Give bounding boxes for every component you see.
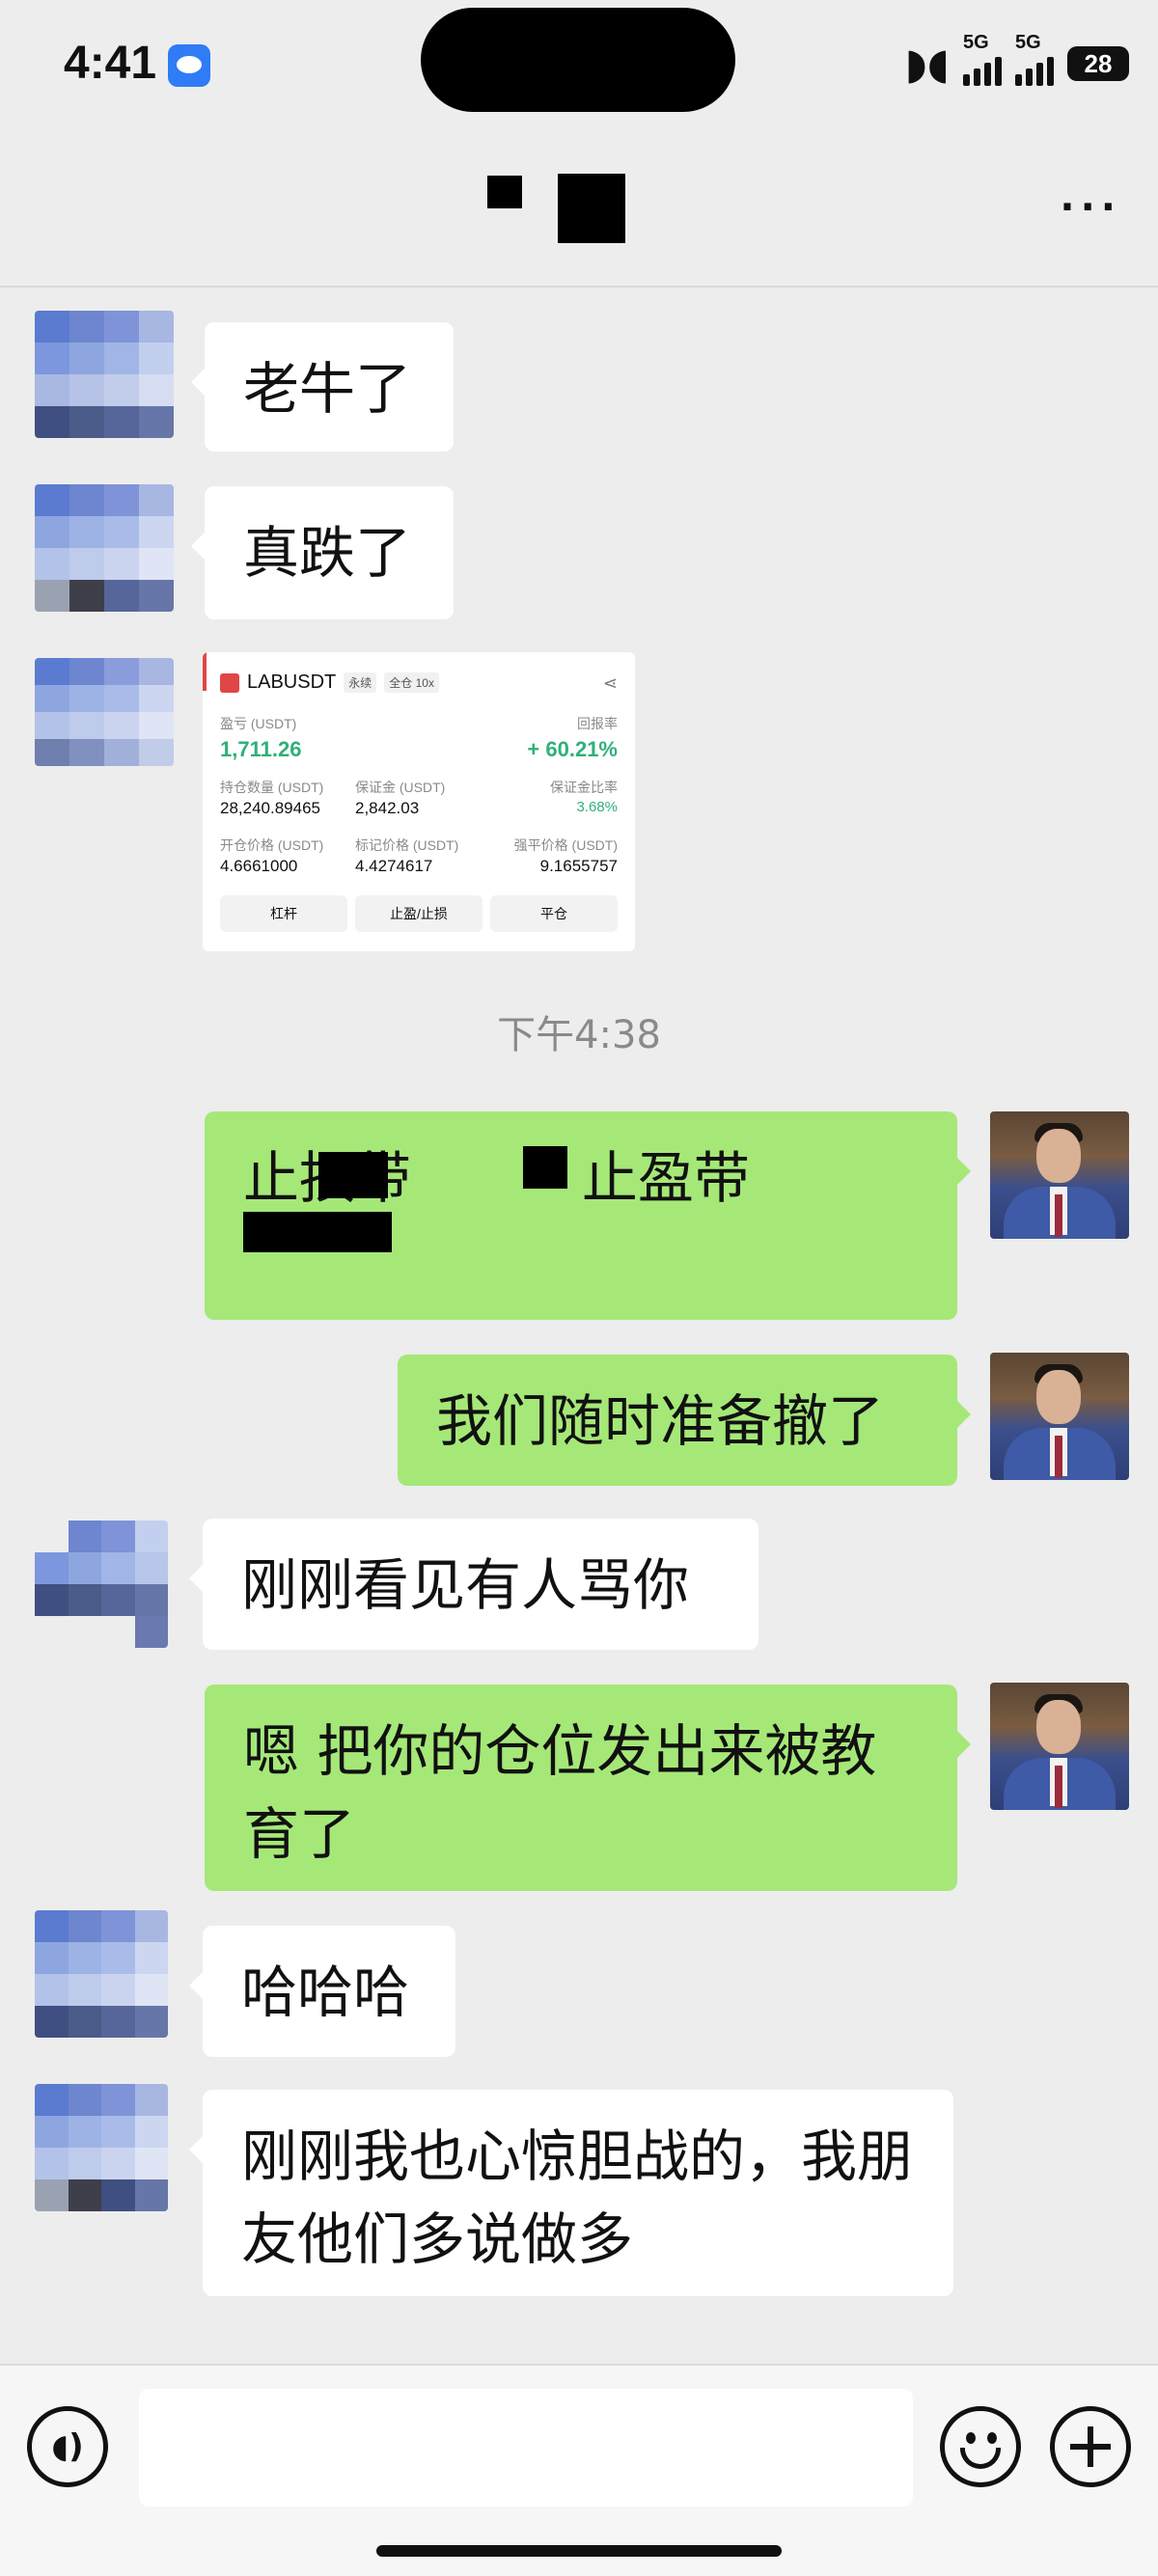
share-icon: ⋖ xyxy=(602,673,618,693)
network-type-label: 5G xyxy=(1015,32,1041,53)
voice-icon[interactable]: ◖) xyxy=(27,2406,108,2487)
home-indicator[interactable] xyxy=(376,2545,782,2557)
status-indicators: ◗◖ 5G 5G 28 xyxy=(904,32,1129,93)
more-icon[interactable]: ··· xyxy=(1060,185,1121,230)
signal-bar xyxy=(995,57,1002,86)
close-position-button: 平仓 xyxy=(490,895,618,932)
signal-bar xyxy=(1026,69,1033,86)
message-text: 刚刚我也心惊胆战的，我朋友他们多说做多 xyxy=(241,2124,914,2272)
cellular-signal-1: 5G xyxy=(963,32,1002,86)
size-label: 持仓数量 (USDT) xyxy=(220,780,324,795)
plus-icon[interactable] xyxy=(1050,2406,1131,2487)
exchange-logo-icon xyxy=(220,672,239,693)
message-bubble[interactable]: 真跌了 xyxy=(191,486,454,619)
input-bar: ◖) xyxy=(0,2364,1158,2576)
margin-mode-tag: 全仓 10x xyxy=(384,672,439,693)
trade-symbol: LABUSDT xyxy=(247,671,337,693)
avatar[interactable] xyxy=(35,484,174,612)
cloud-app-icon xyxy=(168,44,210,87)
message-timestamp: 下午4:38 xyxy=(497,1013,661,1057)
message-bubble[interactable]: 刚刚看见有人骂你 xyxy=(189,1519,758,1650)
card-header: LABUSDT 永续 全仓 10x xyxy=(220,671,439,694)
message-text: 哈哈哈 xyxy=(241,1959,410,2025)
redaction-block xyxy=(421,8,735,112)
avatar[interactable] xyxy=(35,658,174,766)
avatar[interactable] xyxy=(35,1521,168,1648)
signal-bar xyxy=(984,63,991,86)
signal-bar xyxy=(1047,57,1054,86)
margin-label: 保证金 (USDT) xyxy=(355,780,446,795)
message-text: 刚刚看见有人骂你 xyxy=(241,1552,690,1618)
tpsl-button: 止盈/止损 xyxy=(355,895,482,932)
signal-bar xyxy=(1036,63,1043,86)
message-bubble[interactable]: 老牛了 xyxy=(191,322,454,452)
margin-ratio-label: 保证金比率 xyxy=(550,780,618,795)
message-text: 嗯 把你的仓位发出来被教育了 xyxy=(243,1718,877,1867)
avatar[interactable] xyxy=(35,1910,168,2038)
message-bubble[interactable]: 刚刚我也心惊胆战的，我朋友他们多说做多 xyxy=(189,2090,953,2296)
cellular-signal-2: 5G xyxy=(1015,32,1054,86)
entry-price-label: 开仓价格 (USDT) xyxy=(220,837,324,853)
roe-value: + 60.21% xyxy=(527,737,618,761)
redaction-block xyxy=(243,1212,392,1252)
leverage-button: 杠杆 xyxy=(220,895,347,932)
redacted-title xyxy=(558,174,625,243)
card-accent xyxy=(203,652,207,691)
avatar[interactable] xyxy=(990,1111,1129,1239)
emoji-icon[interactable] xyxy=(940,2406,1021,2487)
status-time: 4:41 xyxy=(64,38,157,89)
message-bubble[interactable]: 哈哈哈 xyxy=(189,1926,455,2057)
signal-bar xyxy=(974,69,980,86)
battery-icon: 28 xyxy=(1067,46,1129,81)
margin-value: 2,842.03 xyxy=(355,799,420,817)
status-bar: 4:41 ◗◖ 5G 5G 28 xyxy=(0,0,1158,135)
message-text: 我们随时准备撤了 xyxy=(436,1388,885,1454)
signal-bar xyxy=(963,74,970,86)
contract-type-tag: 永续 xyxy=(344,672,377,693)
pnl-value: 1,711.26 xyxy=(220,737,302,761)
avatar[interactable] xyxy=(35,2084,168,2211)
avatar[interactable] xyxy=(990,1683,1129,1810)
chat-header: ··· xyxy=(0,135,1158,288)
message-text: 止盈带 xyxy=(581,1145,750,1211)
message-bubble[interactable]: 嗯 把你的仓位发出来被教育了 xyxy=(205,1685,971,1891)
message-text: 真跌了 xyxy=(243,520,412,586)
pnl-label: 盈亏 (USDT) xyxy=(220,716,297,731)
margin-ratio-value: 3.68% xyxy=(576,799,618,815)
message-text: 老牛了 xyxy=(243,356,412,422)
redacted-title xyxy=(487,176,522,208)
mark-price-label: 标记价格 (USDT) xyxy=(355,837,459,853)
roe-label: 回报率 xyxy=(577,716,618,731)
redaction-block xyxy=(318,1152,388,1198)
signal-bar xyxy=(1015,74,1022,86)
message-bubble[interactable]: 止损带 止盈带 xyxy=(205,1111,971,1320)
earbuds-icon: ◗◖ xyxy=(904,39,950,89)
avatar[interactable] xyxy=(35,311,174,438)
entry-price-value: 4.6661000 xyxy=(220,857,298,875)
trade-position-image[interactable]: LABUSDT 永续 全仓 10x ⋖ 盈亏 (USDT) 回报率 1,711.… xyxy=(203,652,635,951)
network-type-label: 5G xyxy=(963,32,989,53)
message-bubble[interactable]: 我们随时准备撤了 xyxy=(398,1355,971,1486)
avatar[interactable] xyxy=(990,1353,1129,1480)
liq-price-value: 9.1655757 xyxy=(539,857,618,875)
redaction-block xyxy=(523,1146,567,1189)
liq-price-label: 强平价格 (USDT) xyxy=(513,837,618,853)
message-input[interactable] xyxy=(139,2389,913,2507)
mark-price-value: 4.4274617 xyxy=(355,857,433,875)
size-value: 28,240.89465 xyxy=(220,799,320,817)
